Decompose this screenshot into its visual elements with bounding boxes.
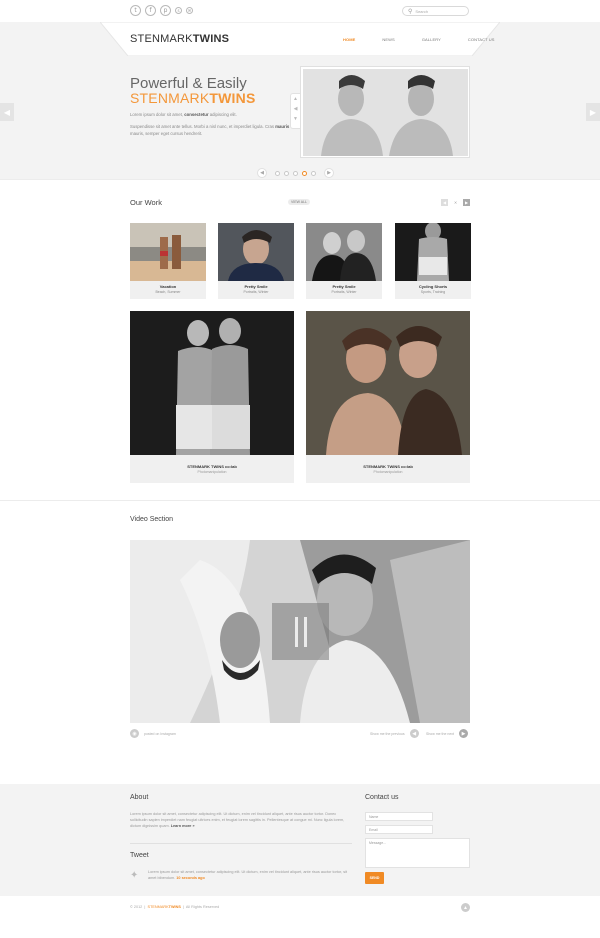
featured-card-title: STENMARK TWINS co:lab [187, 464, 237, 469]
tweet-time[interactable]: 10 seconds ago [176, 876, 205, 880]
back-to-top-icon[interactable]: ▲ [461, 903, 470, 912]
section-divider [0, 500, 600, 501]
pager-dot[interactable] [284, 170, 289, 176]
work-card-image [218, 223, 294, 281]
work-card-title: Pretty Smile [332, 284, 356, 289]
video-footer-left: ◉ posted on Instagram [130, 729, 176, 738]
work-card-title: Cycling Shorts [418, 284, 448, 289]
tweet-text: Lorem ipsum dolor sit amet, consectetur … [148, 870, 348, 880]
about-text: Lorem ipsum dolor sit amet, consectetur … [130, 812, 345, 828]
hero-subtitle: STENMARKTWINS [130, 90, 256, 106]
email-field[interactable] [365, 825, 433, 834]
video-next-label: Show me the next [426, 731, 455, 736]
nav-home[interactable]: Home [343, 37, 355, 42]
work-card-title: Pretty Smile [244, 284, 268, 289]
work-card-subtitle: Portraits, Winter [331, 290, 357, 294]
work-card[interactable]: Pretty Smile Portraits, Winter [218, 223, 294, 299]
search-box: ⚲ [402, 6, 469, 16]
message-field[interactable] [365, 838, 470, 868]
pager-dot[interactable] [311, 170, 316, 176]
search-icon[interactable]: ⚲ [408, 8, 412, 15]
work-card[interactable]: Cycling Shorts Sports, Training [395, 223, 471, 299]
video-next-icon[interactable]: ▶ [459, 729, 469, 738]
hero-text-2: Suspendisse sit amet ante tellus. Morbi … [130, 124, 290, 136]
work-prev-icon[interactable]: ◀ [441, 199, 448, 206]
skype-icon[interactable]: s [175, 7, 182, 14]
hero-prev-arrow[interactable]: ◀ [0, 103, 14, 121]
work-next-icon[interactable]: ▶ [463, 199, 470, 206]
nav-contact-us[interactable]: Contact Us [468, 37, 495, 42]
featured-card-image [130, 311, 294, 455]
pager-dot[interactable] [293, 170, 298, 176]
work-card-image [130, 223, 206, 281]
featured-card-subtitle: Photomanipulation [197, 470, 227, 474]
work-card-subtitle: Sports, Training [420, 290, 446, 294]
pager-prev-icon[interactable]: ◀ [257, 168, 267, 178]
page: t f p s ✉ ⚲ STENMARKTWINS Home News Gall… [0, 0, 600, 938]
nav-news[interactable]: News [382, 37, 394, 42]
hero-slider-tab[interactable]: ▲ ◀ ▼ [290, 93, 300, 129]
pinterest-icon[interactable]: p [160, 5, 171, 16]
about-title: About [130, 794, 149, 801]
video-prev-label: Show me the previous [370, 731, 405, 736]
featured-card-subtitle: Photomanipulation [373, 470, 403, 474]
footer-divider [130, 843, 352, 844]
work-card[interactable]: Pretty Smile Portraits, Winter [306, 223, 382, 299]
site-logo[interactable]: STENMARKTWINS [130, 33, 229, 45]
work-card-subtitle: Portraits, Winter [243, 290, 269, 294]
featured-card-image [306, 311, 470, 455]
featured-card[interactable]: STENMARK TWINS co:lab Photomanipulation [130, 311, 294, 483]
hero-pager: ◀ ▶ [257, 168, 334, 178]
featured-card[interactable]: STENMARK TWINS co:lab Photomanipulation [306, 311, 470, 483]
instagram-icon[interactable]: ◉ [130, 729, 139, 738]
name-field[interactable] [365, 812, 433, 821]
main-nav: Home News Gallery Contact Us [343, 37, 495, 42]
work-card[interactable]: Vacation Beach, Summer [130, 223, 206, 299]
video-caption: posted on Instagram [144, 731, 176, 736]
pager-dot-active[interactable] [302, 170, 307, 176]
our-work-title: Our Work [130, 198, 162, 207]
copyright: © 2012 | STENMARKTWINS | All Rights Rese… [130, 905, 220, 909]
tweet-title: Tweet [130, 852, 149, 859]
view-all-button[interactable]: View All [288, 199, 310, 205]
email-icon[interactable]: ✉ [186, 7, 193, 14]
social-links: t f p s ✉ [130, 5, 193, 16]
pager-dot[interactable] [275, 170, 280, 176]
learn-more-link[interactable]: Learn more » [171, 824, 195, 828]
hero-next-arrow[interactable]: ▶ [586, 103, 600, 121]
top-bar: t f p s ✉ ⚲ [0, 0, 600, 22]
featured-card-title: STENMARK TWINS co:lab [363, 464, 413, 469]
video-section-title: Video Section [130, 516, 174, 523]
twitter-bird-icon: ✦ [130, 870, 139, 881]
video-prev-icon[interactable]: ◀ [409, 729, 419, 738]
pager-next-icon[interactable]: ▶ [324, 168, 334, 178]
work-card-image [395, 223, 471, 281]
work-card-image [306, 223, 382, 281]
hero-text-1: Lorem ipsum dolor sit amet, consectetur … [130, 112, 237, 117]
hero-photo [303, 69, 468, 156]
send-button[interactable]: Send [365, 872, 384, 884]
contact-title: Contact us [365, 794, 399, 801]
work-card-subtitle: Beach, Summer [155, 290, 181, 294]
video-next-control[interactable]: Show me the next ▶ [426, 729, 469, 738]
video-prev-control[interactable]: Show me the previous ◀ [370, 729, 419, 738]
twitter-icon[interactable]: t [130, 5, 141, 16]
work-card-title: Vacation [159, 284, 177, 289]
bottom-bar [0, 896, 600, 938]
search-input[interactable] [415, 8, 466, 14]
work-close-icon[interactable]: ✕ [452, 199, 459, 206]
facebook-icon[interactable]: f [145, 5, 156, 16]
pause-button[interactable] [272, 603, 329, 660]
nav-gallery[interactable]: Gallery [422, 37, 441, 42]
